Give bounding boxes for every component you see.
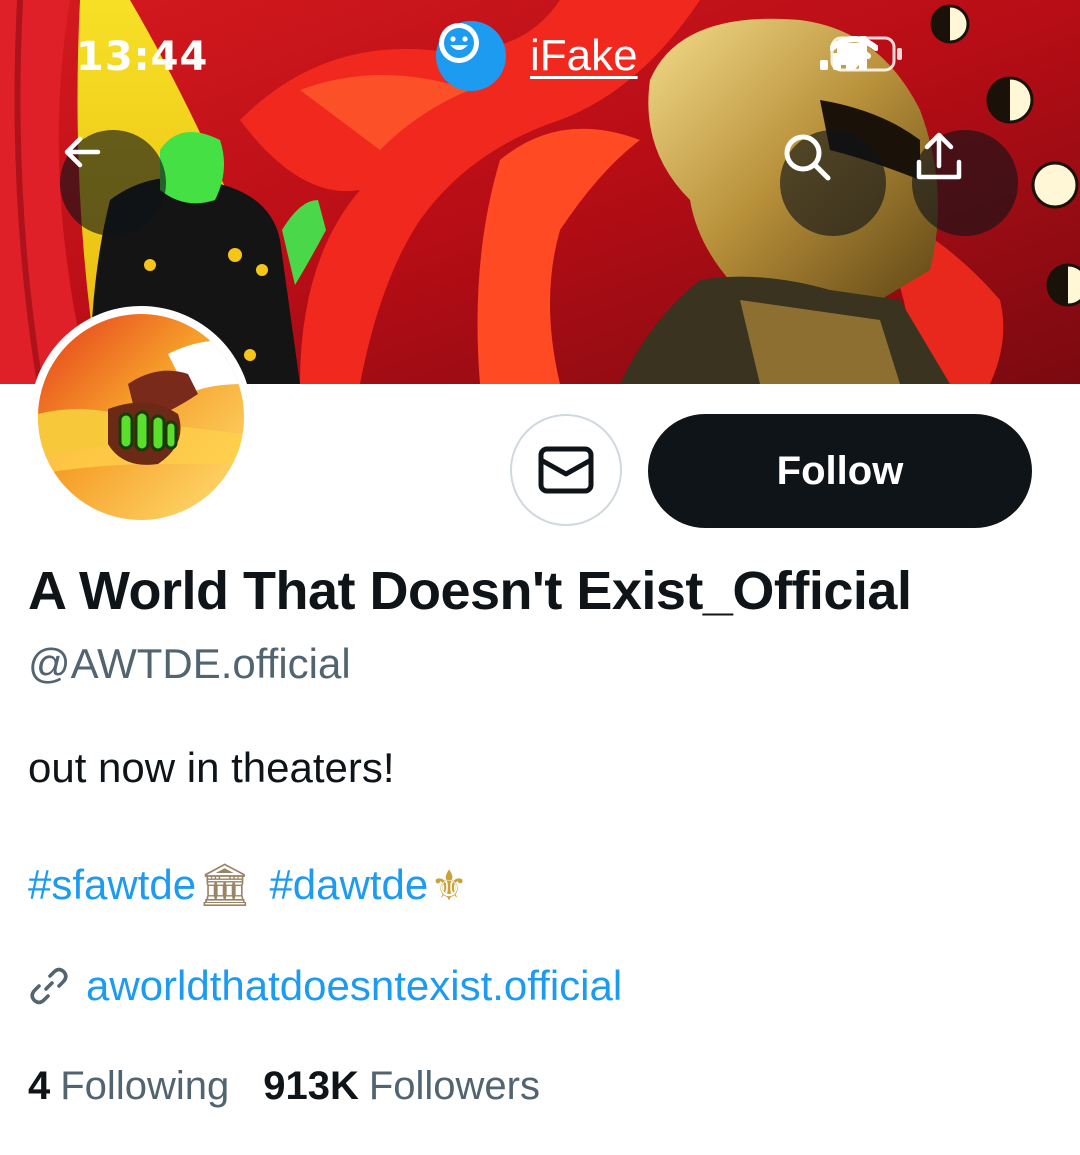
fleur-de-lis-icon: ⚜ (430, 860, 468, 910)
follow-stats: 4 Following 913K Followers (28, 1064, 540, 1109)
arrow-left-icon (64, 136, 101, 168)
classical-building-icon: 🏛 (198, 860, 252, 909)
bio-hashtags: #sfawtde 🏛 #dawtde ⚜ (28, 860, 468, 910)
status-time: 13:44 (76, 34, 209, 80)
website-link[interactable]: aworldthatdoesntexist.official (86, 962, 622, 1010)
following-label: Following (60, 1064, 230, 1108)
search-icon (784, 134, 831, 181)
followers-label: Followers (368, 1064, 540, 1108)
battery-icon (830, 36, 902, 72)
ifake-label: iFake (530, 31, 638, 80)
following-stat[interactable]: 4 Following (28, 1064, 229, 1109)
followers-count: 913K (263, 1064, 359, 1108)
profile-avatar[interactable] (30, 306, 252, 528)
followers-stat[interactable]: 913K Followers (263, 1064, 540, 1109)
profile-bio: out now in theaters! (28, 744, 395, 791)
hashtag-dawtde[interactable]: #dawtde (269, 861, 428, 909)
display-name: A World That Doesn't Exist_Official (28, 561, 912, 621)
search-button[interactable] (780, 130, 886, 236)
avatar-image (38, 314, 244, 520)
ifake-logo-icon (436, 21, 506, 91)
user-handle: @AWTDE.official (28, 640, 351, 687)
link-icon (30, 967, 68, 1005)
ifake-indicator[interactable]: iFake (436, 20, 638, 92)
website-row: aworldthatdoesntexist.official (28, 962, 622, 1010)
back-button[interactable] (60, 130, 166, 236)
message-button[interactable] (510, 414, 622, 526)
follow-button[interactable]: Follow (648, 414, 1032, 528)
hashtag-sfawtde[interactable]: #sfawtde (28, 861, 196, 909)
share-button[interactable] (912, 130, 1018, 236)
following-count: 4 (28, 1064, 51, 1108)
mail-icon (538, 446, 594, 494)
share-icon (916, 132, 962, 180)
